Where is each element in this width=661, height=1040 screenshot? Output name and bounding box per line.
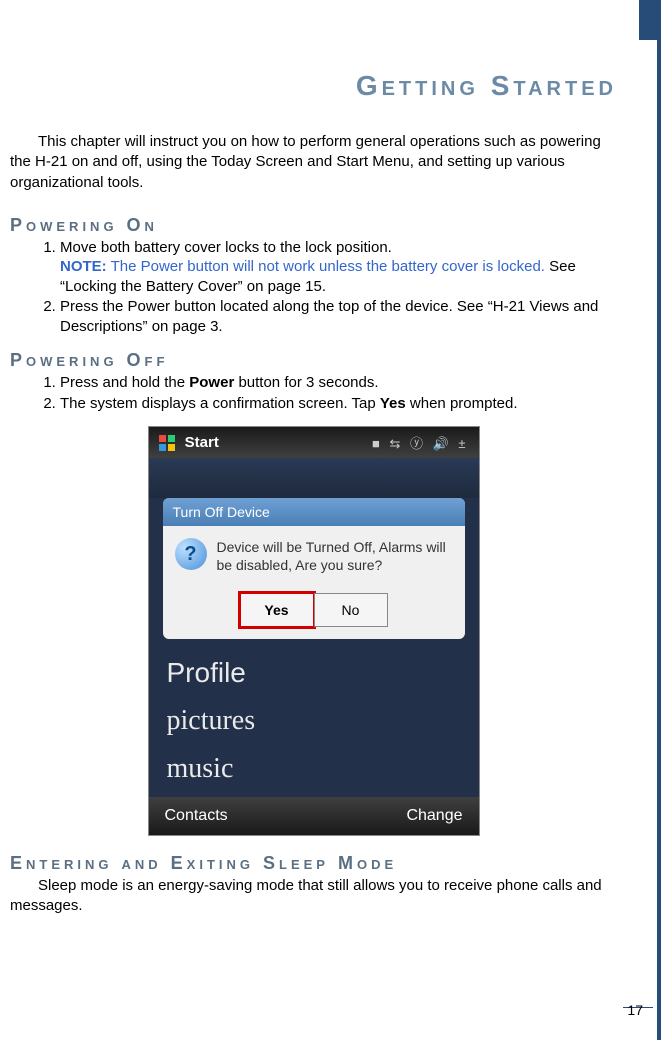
question-icon: ?	[175, 538, 207, 570]
tile-music[interactable]: music	[167, 745, 461, 793]
chapter-title: Getting Started	[10, 70, 617, 102]
device-screenshot: Start ■ ⇆ ⓨ 🔊 ± Turn Off Device ? Device…	[149, 427, 479, 834]
status-icons: ■ ⇆ ⓨ 🔊 ±	[372, 433, 469, 452]
page: Getting Started This chapter will instru…	[0, 0, 661, 1040]
list-item: Press and hold the Power button for 3 se…	[60, 373, 617, 393]
turn-off-dialog: Turn Off Device ? Device will be Turned …	[163, 498, 465, 638]
section-title-sleep-mode: Entering and Exiting Sleep Mode	[10, 853, 617, 874]
sleep-mode-text: Sleep mode is an energy-saving mode that…	[10, 876, 617, 917]
list-item: Press the Power button located along the…	[60, 297, 617, 336]
screenshot-softkeys: Contacts Change	[149, 797, 479, 835]
no-button[interactable]: No	[314, 593, 388, 627]
screenshot-topbar: Start ■ ⇆ ⓨ 🔊 ±	[149, 427, 479, 458]
bold-text: Power	[189, 374, 234, 391]
bold-text: Yes	[380, 395, 406, 412]
text-part: Press and hold the	[60, 374, 189, 391]
note-text: The Power button will not work unless th…	[111, 258, 545, 275]
section-title-powering-off: Powering Off	[10, 350, 617, 371]
windows-icon	[159, 435, 175, 451]
dialog-buttons: Yes No	[163, 587, 465, 639]
list-item: The system displays a confirmation scree…	[60, 394, 617, 414]
screenshot-gap	[149, 458, 479, 498]
page-number: 17	[627, 1002, 643, 1018]
softkey-change[interactable]: Change	[406, 807, 462, 825]
yes-button[interactable]: Yes	[240, 593, 314, 627]
text-part: when prompted.	[406, 395, 518, 412]
dialog-title: Turn Off Device	[163, 498, 465, 526]
corner-accent	[639, 0, 657, 40]
list-item-text: Press the Power button located along the…	[60, 298, 598, 335]
start-button[interactable]: Start	[159, 434, 219, 451]
softkey-contacts[interactable]: Contacts	[165, 807, 228, 825]
dialog-body: ? Device will be Turned Off, Alarms will…	[163, 526, 465, 586]
dialog-message: Device will be Turned Off, Alarms will b…	[217, 538, 453, 574]
text-part: The system displays a confirmation scree…	[60, 395, 380, 412]
intro-paragraph: This chapter will instruct you on how to…	[10, 132, 617, 193]
note-label: NOTE:	[60, 258, 107, 275]
powering-off-list: Press and hold the Power button for 3 se…	[10, 373, 617, 413]
tile-pictures[interactable]: pictures	[167, 697, 461, 745]
screenshot-tiles: Profile pictures music	[149, 639, 479, 797]
list-item: Move both battery cover locks to the loc…	[60, 238, 617, 297]
section-title-powering-on: Powering On	[10, 215, 617, 236]
tile-profile[interactable]: Profile	[167, 649, 461, 697]
start-label: Start	[185, 434, 219, 451]
powering-on-list: Move both battery cover locks to the loc…	[10, 238, 617, 337]
text-part: button for 3 seconds.	[234, 374, 378, 391]
list-item-text: Move both battery cover locks to the loc…	[60, 239, 392, 256]
